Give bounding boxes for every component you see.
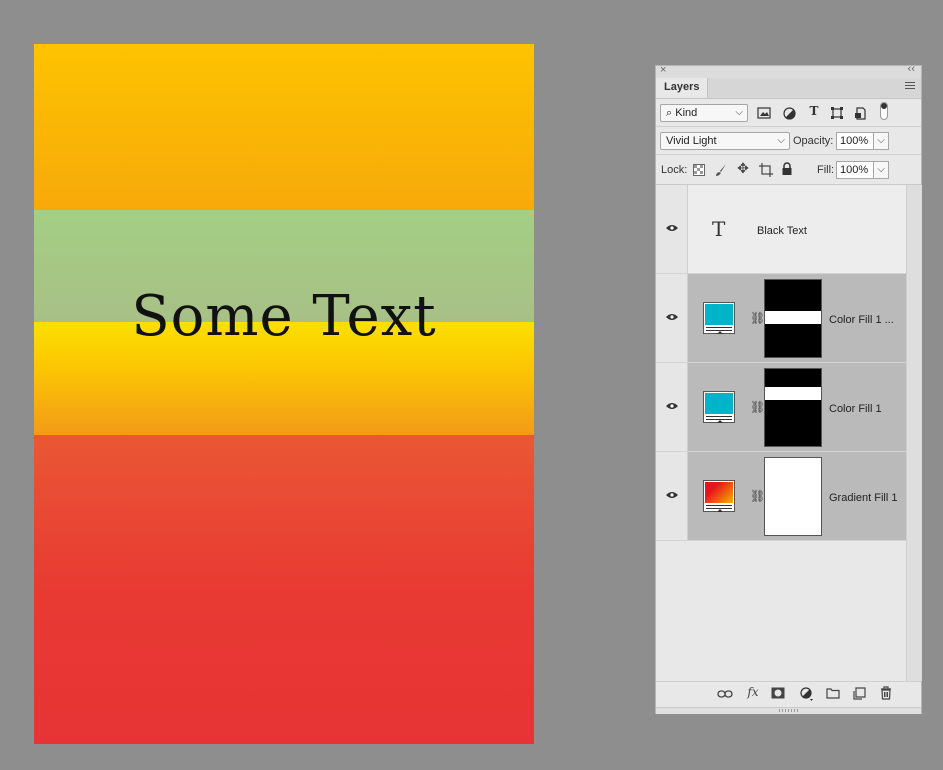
layer-name[interactable]: Gradient Fill 1 — [829, 492, 897, 504]
filter-kind-label: Kind — [675, 107, 698, 119]
add-mask-icon[interactable] — [771, 687, 789, 699]
lock-pixels-brush-icon[interactable] — [714, 163, 728, 177]
lock-position-icon[interactable]: ✥ — [736, 160, 750, 177]
fill-input[interactable]: 100% — [836, 161, 874, 179]
tab-layers[interactable]: Layers — [656, 78, 709, 98]
layer-name[interactable]: Color Fill 1 ... — [829, 314, 894, 326]
layer-name[interactable]: Black Text — [757, 225, 807, 237]
search-icon: ⌕ — [666, 107, 673, 119]
filter-toggle[interactable] — [880, 102, 888, 120]
filter-kind-dropdown[interactable]: ⌕ Kind ⌵ — [660, 104, 748, 122]
panel-resize-grip[interactable] — [656, 707, 921, 714]
eye-icon — [666, 492, 678, 498]
eye-icon — [666, 225, 678, 231]
visibility-toggle[interactable] — [656, 185, 688, 273]
link-layers-icon[interactable] — [717, 689, 735, 699]
folder-icon[interactable] — [826, 687, 844, 699]
fill-label: Fill: — [817, 164, 835, 176]
red-band — [34, 435, 534, 744]
color-fill-thumbnail[interactable] — [703, 391, 735, 423]
layer-row-black-text[interactable]: T Black Text — [656, 185, 906, 274]
type-filter-icon[interactable]: T — [806, 104, 822, 118]
fx-icon[interactable]: fx — [744, 685, 762, 699]
collapse-icon[interactable]: ‹‹ — [908, 63, 915, 75]
eye-icon — [666, 403, 678, 409]
blend-mode-label: Vivid Light — [666, 135, 717, 147]
trash-icon[interactable] — [880, 686, 898, 700]
lock-transparency-icon[interactable] — [693, 164, 707, 176]
layer-name[interactable]: Color Fill 1 — [829, 403, 882, 415]
canvas-text[interactable]: Some Text — [34, 284, 534, 349]
shape-filter-icon[interactable] — [830, 106, 846, 120]
layer-mask-thumbnail[interactable] — [764, 457, 822, 536]
opacity-label: Opacity: — [793, 135, 834, 147]
blend-mode-dropdown[interactable]: Vivid Light ⌵ — [660, 132, 790, 150]
opacity-chevron-icon[interactable]: ⌵ — [873, 132, 889, 150]
fill-chevron-icon[interactable]: ⌵ — [873, 161, 889, 179]
layer-row-color-fill[interactable]: ⛓ Color Fill 1 — [656, 363, 906, 452]
visibility-toggle[interactable] — [656, 363, 688, 451]
link-icon[interactable]: ⛓ — [750, 489, 765, 503]
filter-row: ⌕ Kind ⌵ T — [656, 99, 921, 127]
document-canvas[interactable]: Some Text — [34, 44, 534, 744]
lock-artboard-icon[interactable] — [759, 163, 773, 177]
link-icon[interactable]: ⛓ — [750, 311, 765, 325]
chevron-down-icon: ⌵ — [777, 135, 785, 146]
layer-list-scrollbar[interactable] — [906, 185, 922, 681]
smart-object-filter-icon[interactable] — [854, 107, 870, 120]
panel-tab-row: Layers — [656, 78, 921, 99]
blend-row: Vivid Light ⌵ Opacity: 100% ⌵ — [656, 127, 921, 155]
adjustment-filter-icon[interactable] — [783, 107, 799, 120]
image-filter-icon[interactable] — [757, 107, 773, 119]
lock-all-icon[interactable] — [781, 162, 795, 176]
visibility-toggle[interactable] — [656, 274, 688, 362]
eye-icon — [666, 314, 678, 320]
layer-body[interactable]: T Black Text — [688, 185, 906, 273]
layer-mask-thumbnail[interactable] — [764, 279, 822, 358]
gradient-fill-thumbnail[interactable] — [703, 480, 735, 512]
layer-row-gradient-fill[interactable]: ⛓ Gradient Fill 1 — [656, 452, 906, 541]
lock-row: Lock: ✥ Fill: 100% ⌵ — [656, 155, 921, 185]
panel-footer: fx — [656, 681, 921, 708]
orange-band — [34, 44, 534, 210]
lock-label: Lock: — [661, 164, 688, 176]
type-layer-icon: T — [712, 217, 726, 241]
chevron-down-icon: ⌵ — [735, 107, 743, 118]
layer-body[interactable]: ⛓ Gradient Fill 1 — [688, 452, 906, 540]
layers-panel: × ‹‹ Layers ⌕ Kind ⌵ T Vivid Light ⌵ Opa… — [655, 63, 922, 714]
adjustment-layer-icon[interactable] — [800, 687, 818, 701]
panel-titlebar[interactable]: × ‹‹ — [656, 63, 921, 78]
new-layer-icon[interactable] — [853, 687, 871, 700]
layer-body[interactable]: ⛓ Color Fill 1 ... — [688, 274, 906, 362]
link-icon[interactable]: ⛓ — [750, 400, 765, 414]
layer-body[interactable]: ⛓ Color Fill 1 — [688, 363, 906, 451]
layer-list: T Black Text ⛓ Color Fill 1 ... ⛓ Color … — [656, 185, 906, 681]
close-icon[interactable]: × — [660, 64, 666, 76]
panel-menu-icon[interactable] — [905, 82, 915, 91]
color-fill-thumbnail[interactable] — [703, 302, 735, 334]
opacity-input[interactable]: 100% — [836, 132, 874, 150]
layer-mask-thumbnail[interactable] — [764, 368, 822, 447]
visibility-toggle[interactable] — [656, 452, 688, 540]
layer-row-color-fill-copy[interactable]: ⛓ Color Fill 1 ... — [656, 274, 906, 363]
